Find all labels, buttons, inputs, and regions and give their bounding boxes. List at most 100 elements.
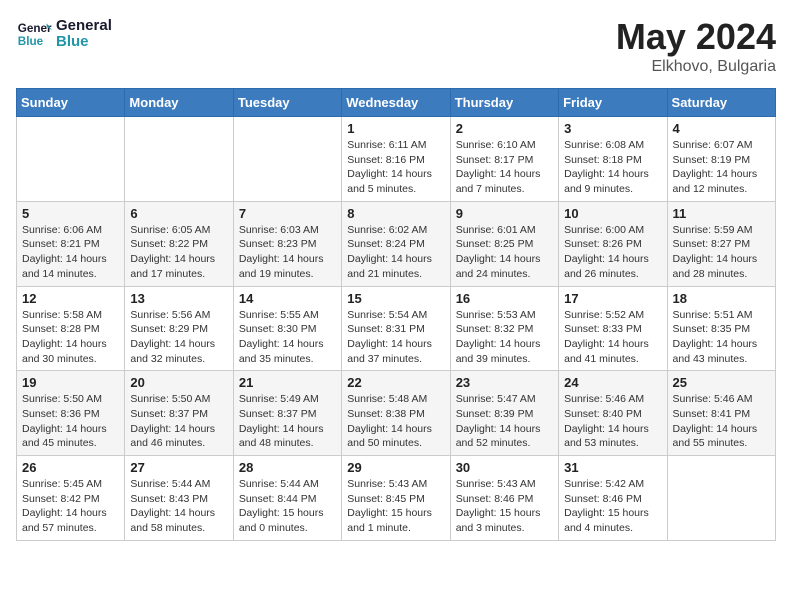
- calendar-cell: 26Sunrise: 5:45 AM Sunset: 8:42 PM Dayli…: [17, 456, 125, 541]
- svg-text:Blue: Blue: [18, 35, 44, 48]
- calendar-cell: [667, 456, 775, 541]
- day-number: 18: [673, 291, 770, 306]
- day-info: Sunrise: 5:59 AM Sunset: 8:27 PM Dayligh…: [673, 223, 770, 282]
- day-info: Sunrise: 6:01 AM Sunset: 8:25 PM Dayligh…: [456, 223, 553, 282]
- day-number: 11: [673, 206, 770, 221]
- calendar-cell: 9 Sunrise: 6:01 AM Sunset: 8:25 PM Daylig…: [450, 201, 558, 286]
- day-number: 17: [564, 291, 661, 306]
- day-number: 31: [564, 460, 661, 475]
- calendar-cell: 1Sunrise: 6:11 AM Sunset: 8:16 PM Daylig…: [342, 117, 450, 202]
- day-number: 6: [130, 206, 227, 221]
- day-number: 20: [130, 375, 227, 390]
- calendar-cell: 4 Sunrise: 6:07 AM Sunset: 8:19 PM Daylig…: [667, 117, 775, 202]
- day-info: Sunrise: 6:02 AM Sunset: 8:24 PM Dayligh…: [347, 223, 444, 282]
- day-info: Sunrise: 6:07 AM Sunset: 8:19 PM Dayligh…: [673, 138, 770, 197]
- day-number: 30: [456, 460, 553, 475]
- calendar-cell: 6 Sunrise: 6:05 AM Sunset: 8:22 PM Daylig…: [125, 201, 233, 286]
- day-info: Sunrise: 5:55 AM Sunset: 8:30 PM Dayligh…: [239, 308, 336, 367]
- day-info: Sunrise: 6:03 AM Sunset: 8:23 PM Dayligh…: [239, 223, 336, 282]
- calendar-day-header: Friday: [559, 89, 667, 117]
- calendar-header-row: SundayMondayTuesdayWednesdayThursdayFrid…: [17, 89, 776, 117]
- calendar-cell: 18 Sunrise: 5:51 AM Sunset: 8:35 PM Dayli…: [667, 286, 775, 371]
- calendar-cell: [17, 117, 125, 202]
- calendar-cell: 13Sunrise: 5:56 AM Sunset: 8:29 PM Dayli…: [125, 286, 233, 371]
- day-info: Sunrise: 5:58 AM Sunset: 8:28 PM Dayligh…: [22, 308, 119, 367]
- calendar-cell: 5 Sunrise: 6:06 AM Sunset: 8:21 PM Daylig…: [17, 201, 125, 286]
- day-number: 29: [347, 460, 444, 475]
- calendar-day-header: Tuesday: [233, 89, 341, 117]
- month-title: May 2024: [616, 16, 776, 58]
- logo-text-blue: Blue: [56, 34, 112, 51]
- page-header: General Blue General Blue May 2024 Elkho…: [16, 16, 776, 76]
- day-info: Sunrise: 6:06 AM Sunset: 8:21 PM Dayligh…: [22, 223, 119, 282]
- day-info: Sunrise: 6:08 AM Sunset: 8:18 PM Dayligh…: [564, 138, 661, 197]
- day-info: Sunrise: 6:00 AM Sunset: 8:26 PM Dayligh…: [564, 223, 661, 282]
- calendar-cell: 29Sunrise: 5:43 AM Sunset: 8:45 PM Dayli…: [342, 456, 450, 541]
- day-info: Sunrise: 5:48 AM Sunset: 8:38 PM Dayligh…: [347, 392, 444, 451]
- calendar-cell: 7 Sunrise: 6:03 AM Sunset: 8:23 PM Daylig…: [233, 201, 341, 286]
- calendar-cell: 31 Sunrise: 5:42 AM Sunset: 8:46 PM Dayli…: [559, 456, 667, 541]
- day-info: Sunrise: 5:50 AM Sunset: 8:36 PM Dayligh…: [22, 392, 119, 451]
- calendar-cell: 19Sunrise: 5:50 AM Sunset: 8:36 PM Dayli…: [17, 371, 125, 456]
- logo: General Blue General Blue: [16, 16, 112, 52]
- calendar-week-row: 26Sunrise: 5:45 AM Sunset: 8:42 PM Dayli…: [17, 456, 776, 541]
- day-number: 27: [130, 460, 227, 475]
- calendar-cell: 30 Sunrise: 5:43 AM Sunset: 8:46 PM Dayli…: [450, 456, 558, 541]
- calendar-week-row: 19Sunrise: 5:50 AM Sunset: 8:36 PM Dayli…: [17, 371, 776, 456]
- calendar-cell: 25 Sunrise: 5:46 AM Sunset: 8:41 PM Dayli…: [667, 371, 775, 456]
- day-info: Sunrise: 5:53 AM Sunset: 8:32 PM Dayligh…: [456, 308, 553, 367]
- calendar-day-header: Sunday: [17, 89, 125, 117]
- day-info: Sunrise: 5:46 AM Sunset: 8:40 PM Dayligh…: [564, 392, 661, 451]
- day-info: Sunrise: 5:46 AM Sunset: 8:41 PM Dayligh…: [673, 392, 770, 451]
- calendar-week-row: 5 Sunrise: 6:06 AM Sunset: 8:21 PM Daylig…: [17, 201, 776, 286]
- calendar-week-row: 12 Sunrise: 5:58 AM Sunset: 8:28 PM Dayli…: [17, 286, 776, 371]
- day-number: 15: [347, 291, 444, 306]
- day-info: Sunrise: 6:11 AM Sunset: 8:16 PM Dayligh…: [347, 138, 444, 197]
- day-number: 10: [564, 206, 661, 221]
- calendar-cell: 17 Sunrise: 5:52 AM Sunset: 8:33 PM Dayli…: [559, 286, 667, 371]
- day-info: Sunrise: 5:42 AM Sunset: 8:46 PM Dayligh…: [564, 477, 661, 536]
- calendar-day-header: Saturday: [667, 89, 775, 117]
- calendar-cell: 8 Sunrise: 6:02 AM Sunset: 8:24 PM Daylig…: [342, 201, 450, 286]
- calendar-cell: 12 Sunrise: 5:58 AM Sunset: 8:28 PM Dayli…: [17, 286, 125, 371]
- day-number: 12: [22, 291, 119, 306]
- day-info: Sunrise: 5:47 AM Sunset: 8:39 PM Dayligh…: [456, 392, 553, 451]
- day-number: 23: [456, 375, 553, 390]
- day-number: 21: [239, 375, 336, 390]
- day-info: Sunrise: 5:45 AM Sunset: 8:42 PM Dayligh…: [22, 477, 119, 536]
- day-number: 16: [456, 291, 553, 306]
- day-number: 24: [564, 375, 661, 390]
- location-title: Elkhovo, Bulgaria: [616, 58, 776, 76]
- day-number: 3: [564, 121, 661, 136]
- calendar-cell: 16 Sunrise: 5:53 AM Sunset: 8:32 PM Dayli…: [450, 286, 558, 371]
- calendar-cell: 28 Sunrise: 5:44 AM Sunset: 8:44 PM Dayli…: [233, 456, 341, 541]
- day-info: Sunrise: 5:54 AM Sunset: 8:31 PM Dayligh…: [347, 308, 444, 367]
- calendar-cell: [233, 117, 341, 202]
- day-info: Sunrise: 6:10 AM Sunset: 8:17 PM Dayligh…: [456, 138, 553, 197]
- logo-icon: General Blue: [16, 16, 52, 52]
- day-info: Sunrise: 5:52 AM Sunset: 8:33 PM Dayligh…: [564, 308, 661, 367]
- day-info: Sunrise: 5:49 AM Sunset: 8:37 PM Dayligh…: [239, 392, 336, 451]
- day-number: 7: [239, 206, 336, 221]
- day-number: 28: [239, 460, 336, 475]
- day-number: 9: [456, 206, 553, 221]
- logo-text-general: General: [56, 18, 112, 35]
- day-info: Sunrise: 5:51 AM Sunset: 8:35 PM Dayligh…: [673, 308, 770, 367]
- calendar-cell: 24 Sunrise: 5:46 AM Sunset: 8:40 PM Dayli…: [559, 371, 667, 456]
- calendar-cell: 27Sunrise: 5:44 AM Sunset: 8:43 PM Dayli…: [125, 456, 233, 541]
- calendar-cell: 15 Sunrise: 5:54 AM Sunset: 8:31 PM Dayli…: [342, 286, 450, 371]
- day-number: 5: [22, 206, 119, 221]
- day-info: Sunrise: 5:56 AM Sunset: 8:29 PM Dayligh…: [130, 308, 227, 367]
- day-info: Sunrise: 6:05 AM Sunset: 8:22 PM Dayligh…: [130, 223, 227, 282]
- title-block: May 2024 Elkhovo, Bulgaria: [616, 16, 776, 76]
- day-info: Sunrise: 5:43 AM Sunset: 8:46 PM Dayligh…: [456, 477, 553, 536]
- day-number: 8: [347, 206, 444, 221]
- calendar-day-header: Thursday: [450, 89, 558, 117]
- day-number: 4: [673, 121, 770, 136]
- calendar-cell: 14Sunrise: 5:55 AM Sunset: 8:30 PM Dayli…: [233, 286, 341, 371]
- calendar-table: SundayMondayTuesdayWednesdayThursdayFrid…: [16, 88, 776, 541]
- day-number: 22: [347, 375, 444, 390]
- day-info: Sunrise: 5:50 AM Sunset: 8:37 PM Dayligh…: [130, 392, 227, 451]
- day-number: 25: [673, 375, 770, 390]
- day-info: Sunrise: 5:44 AM Sunset: 8:44 PM Dayligh…: [239, 477, 336, 536]
